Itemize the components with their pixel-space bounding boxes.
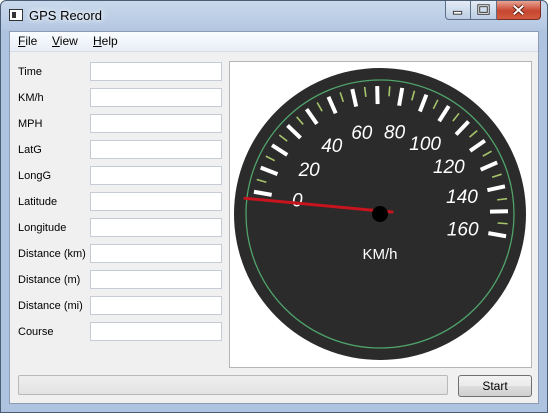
longitude-field[interactable] bbox=[90, 218, 222, 237]
label-longitude: Longitude bbox=[18, 222, 67, 234]
gauge-label: 0 bbox=[292, 190, 303, 211]
minimize-icon bbox=[452, 10, 463, 15]
minimize-button[interactable] bbox=[445, 1, 471, 20]
progress-bar bbox=[18, 375, 448, 395]
distance-mi-field[interactable] bbox=[90, 296, 222, 315]
start-button[interactable]: Start bbox=[458, 375, 532, 397]
app-window: GPS Record File View Help Time KM/h MPH … bbox=[0, 0, 548, 413]
time-field[interactable] bbox=[90, 62, 222, 81]
mph-field[interactable] bbox=[90, 114, 222, 133]
menu-file[interactable]: File bbox=[18, 34, 37, 48]
needle-hub bbox=[372, 206, 388, 222]
gauge-label: 100 bbox=[409, 134, 441, 155]
longg-field[interactable] bbox=[90, 166, 222, 185]
label-longg: LongG bbox=[18, 170, 52, 182]
maximize-button[interactable] bbox=[471, 1, 497, 20]
label-latitude: Latitude bbox=[18, 196, 58, 208]
close-button[interactable] bbox=[497, 1, 541, 20]
distance-m-field[interactable] bbox=[90, 270, 222, 289]
speedometer-panel: 0 20 40 60 80 100 120 140 160 KM/h bbox=[229, 61, 532, 368]
window-title: GPS Record bbox=[29, 8, 102, 23]
menu-bar: File View Help bbox=[10, 32, 538, 52]
minor-tick bbox=[497, 222, 508, 225]
label-mph: MPH bbox=[18, 118, 43, 130]
menu-view[interactable]: View bbox=[52, 34, 78, 48]
gauge-label: 60 bbox=[351, 123, 373, 144]
gauge-label: 40 bbox=[321, 136, 343, 157]
title-bar[interactable]: GPS Record bbox=[1, 1, 547, 31]
menu-help[interactable]: Help bbox=[93, 34, 118, 48]
gauge-label: 140 bbox=[446, 187, 478, 208]
label-course: Course bbox=[18, 326, 54, 338]
close-icon bbox=[512, 4, 525, 16]
label-distance-mi: Distance (mi) bbox=[18, 300, 83, 312]
client-area: File View Help Time KM/h MPH LatG LongG … bbox=[9, 31, 539, 404]
distance-km-field[interactable] bbox=[90, 244, 222, 263]
kmh-field[interactable] bbox=[90, 88, 222, 107]
label-distance-m: Distance (m) bbox=[18, 274, 81, 286]
label-time: Time bbox=[18, 66, 43, 78]
gauge-label: 120 bbox=[433, 157, 465, 178]
app-icon[interactable] bbox=[9, 9, 23, 21]
gauge-label: 160 bbox=[447, 220, 479, 241]
latg-field[interactable] bbox=[90, 140, 222, 159]
latitude-field[interactable] bbox=[90, 192, 222, 211]
label-latg: LatG bbox=[18, 144, 42, 156]
label-distance-km: Distance (km) bbox=[18, 248, 86, 260]
minor-tick bbox=[388, 86, 391, 97]
course-field[interactable] bbox=[90, 322, 222, 341]
gauge-label: 20 bbox=[298, 160, 321, 181]
gauge-unit-label: KM/h bbox=[362, 246, 397, 263]
gauge-label: 80 bbox=[384, 122, 406, 143]
speedometer-gauge: 0 2040 60 80100120 140 160 KM/h bbox=[234, 68, 526, 360]
maximize-icon bbox=[477, 4, 490, 15]
label-kmh: KM/h bbox=[18, 92, 44, 104]
